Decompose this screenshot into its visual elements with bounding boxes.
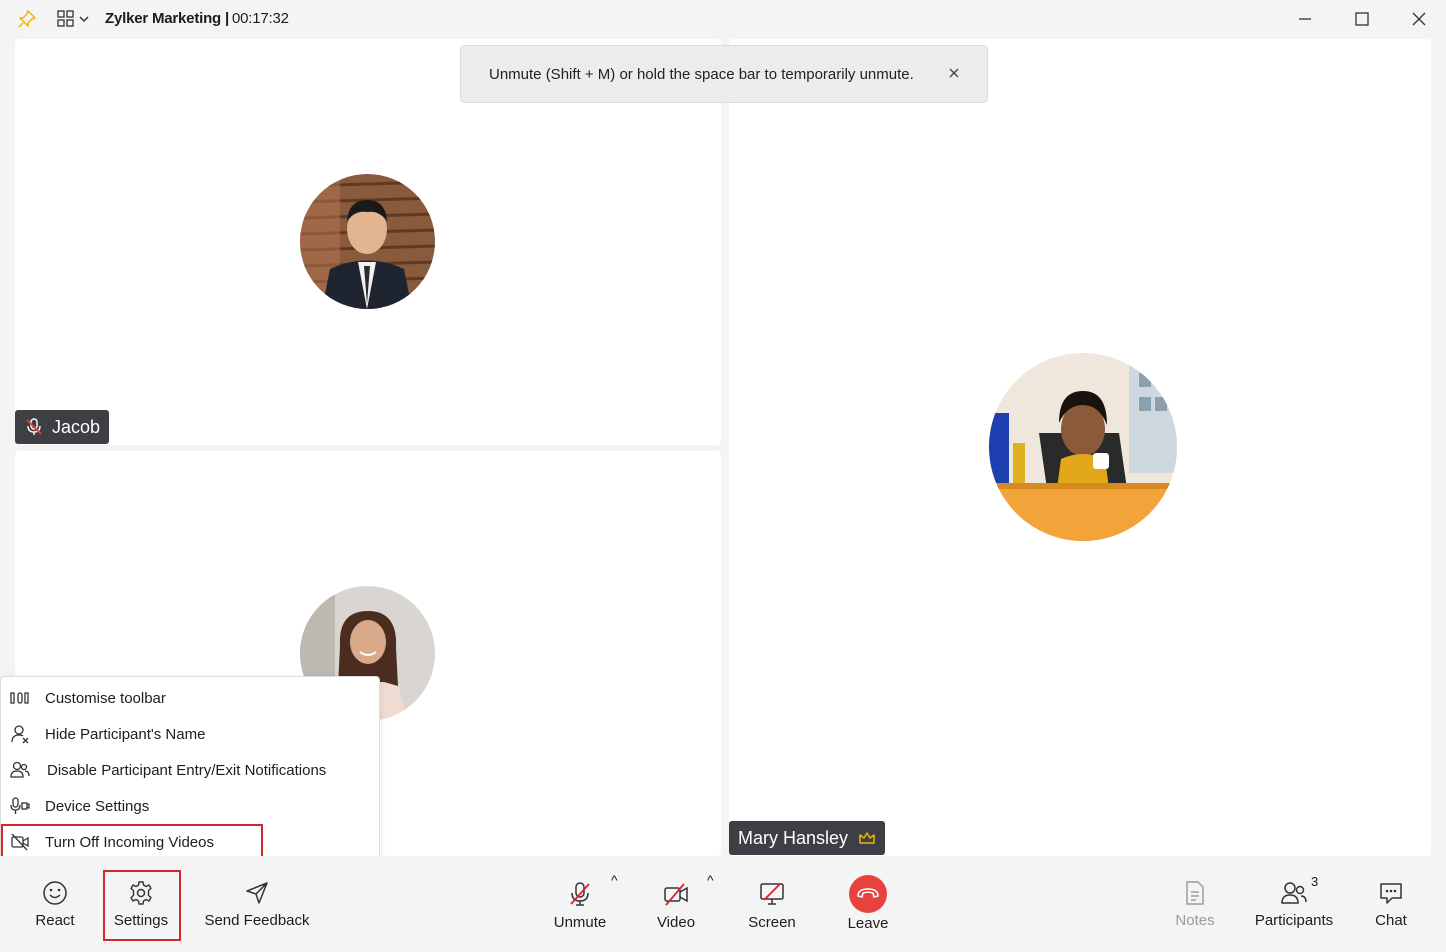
minimize-icon[interactable] [1293,8,1317,30]
mic-muted-icon [26,418,42,435]
highlight-settings-button [103,870,181,941]
title-bar: Zylker Marketing | 00:17:32 [0,0,1446,38]
menu-item-label: Device Settings [45,797,150,815]
device-icon [10,797,30,814]
send-feedback-label: Send Feedback [204,912,310,929]
screen-share-button[interactable]: Screen [742,880,802,931]
users-icon [10,761,30,778]
chat-button[interactable]: Chat [1364,880,1418,929]
video-off-icon [664,883,688,906]
leave-label: Leave [847,915,889,932]
react-label: React [35,912,75,929]
screen-label: Screen [748,914,796,931]
unmute-button[interactable]: Unmute [548,880,612,931]
menu-item-label: Customise toolbar [45,689,166,707]
menu-item-disable-entry-exit-notifications[interactable]: Disable Participant Entry/Exit Notificat… [1,752,379,788]
close-icon[interactable] [1407,8,1431,30]
meeting-title: Zylker Marketing | 00:17:32 [105,10,289,27]
pin-icon[interactable] [17,9,37,29]
participant-name: Mary Hansley [738,827,849,848]
video-label: Video [656,914,696,931]
chat-label: Chat [1375,912,1407,929]
notes-label: Notes [1175,912,1215,929]
unmute-hint-toast: Unmute (Shift + M) or hold the space bar… [460,45,988,103]
send-icon [246,882,268,904]
unmute-label: Unmute [553,914,607,931]
close-icon[interactable] [947,66,961,80]
send-feedback-button[interactable]: Send Feedback [198,880,316,929]
participants-label: Participants [1254,912,1334,929]
video-options-caret[interactable]: ^ [707,872,714,888]
audio-options-caret[interactable]: ^ [611,872,618,888]
screen-share-off-icon [760,883,784,905]
react-button[interactable]: React [25,880,85,929]
meeting-toolbar: React Settings Send Feedback Unmute ^ Vi… [0,856,1446,952]
participant-name-tag-mary: Mary Hansley [729,821,886,855]
mic-muted-icon [570,882,590,906]
meeting-name: Zylker Marketing | [105,10,229,27]
participant-name-tag-jacob: Jacob [15,410,110,444]
notes-button[interactable]: Notes [1166,880,1224,929]
menu-item-label: Hide Participant's Name [45,725,206,743]
toast-message: Unmute (Shift + M) or hold the space bar… [489,65,914,83]
user-hide-icon [11,725,29,744]
smiley-icon [43,881,67,905]
video-button[interactable]: Video [648,880,704,931]
hang-up-icon [849,875,887,913]
menu-item-hide-participant-name[interactable]: Hide Participant's Name [1,716,379,752]
toolbar-icon [10,692,29,704]
grid-icon [57,10,74,27]
avatar-mary [989,353,1177,541]
participant-name: Jacob [52,416,101,437]
crown-icon [859,832,875,844]
leave-button[interactable]: Leave [838,875,898,932]
maximize-icon[interactable] [1350,8,1374,30]
chevron-down-icon [79,16,89,23]
chat-icon [1380,883,1402,904]
menu-item-label: Disable Participant Entry/Exit Notificat… [47,761,327,779]
participants-button[interactable]: Participants [1248,880,1340,929]
meeting-timer: 00:17:32 [231,10,289,27]
menu-item-customise-toolbar[interactable]: Customise toolbar [1,680,379,716]
participants-count-badge: 3 [1311,874,1319,889]
menu-item-device-settings[interactable]: Device Settings [1,788,379,824]
participants-icon [1281,882,1307,904]
layout-switcher[interactable] [56,8,94,30]
avatar-jacob [300,174,435,309]
notes-icon [1186,881,1204,905]
